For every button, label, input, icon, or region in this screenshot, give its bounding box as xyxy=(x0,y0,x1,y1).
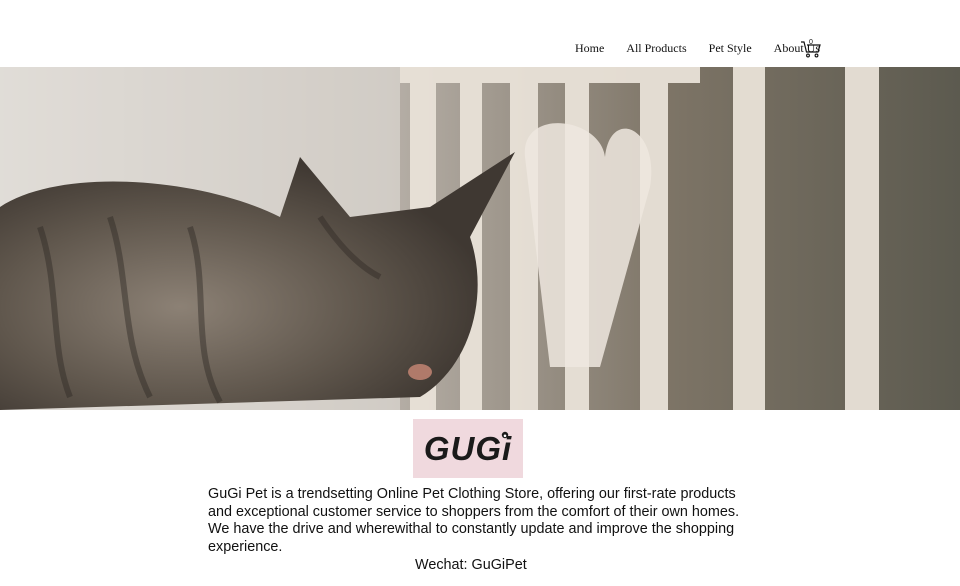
main-nav: Home All Products Pet Style About Us xyxy=(575,41,820,56)
about-description: GuGi Pet is a trendsetting Online Pet Cl… xyxy=(208,486,740,555)
nav-all-products[interactable]: All Products xyxy=(626,41,686,56)
paw-icon xyxy=(501,431,509,439)
cart-count: 0 xyxy=(809,39,813,46)
nav-home[interactable]: Home xyxy=(575,41,604,56)
logo-text: GUGi xyxy=(423,429,513,467)
cart-button[interactable]: 0 xyxy=(800,39,822,59)
nav-pet-style[interactable]: Pet Style xyxy=(709,41,752,56)
hero-image xyxy=(0,67,960,410)
brand-logo: GUGi xyxy=(413,419,523,478)
wechat-contact: Wechat: GuGiPet xyxy=(415,557,527,573)
